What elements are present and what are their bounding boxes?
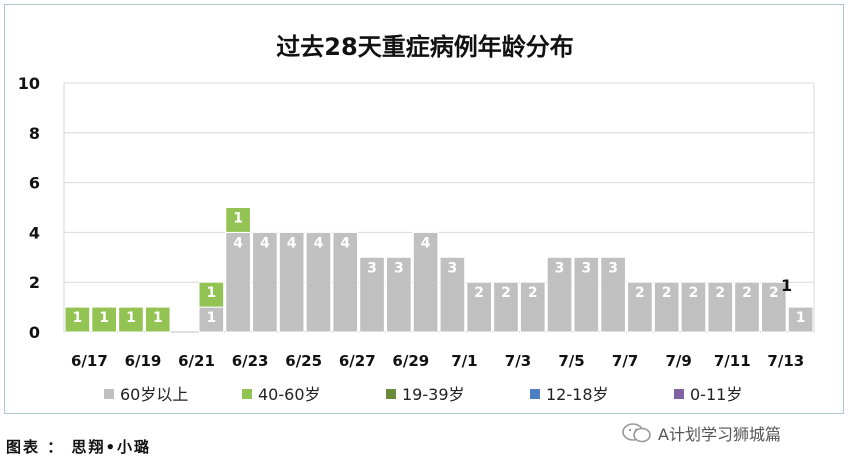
bar-total-label: 1 [781, 276, 792, 295]
bar-data-label: 3 [394, 260, 404, 276]
bar-data-label: 2 [474, 285, 484, 301]
x-tick-label: 7/3 [505, 352, 531, 370]
x-tick-label: 7/11 [714, 352, 751, 370]
wechat-watermark: A计划学习狮城篇 [622, 422, 781, 444]
bar-data-label: 3 [608, 260, 618, 276]
bar-data-label: 2 [501, 285, 511, 301]
bar-data-label: 4 [260, 235, 270, 251]
x-tick-label: 6/23 [232, 352, 269, 370]
bar-data-label: 2 [662, 285, 672, 301]
y-tick-label: 2 [29, 273, 40, 292]
legend-label: 12-18岁 [546, 385, 609, 404]
x-tick-label: 6/19 [125, 352, 162, 370]
bar-data-label: 1 [206, 285, 216, 301]
bar-data-label: 4 [340, 235, 350, 251]
legend-label: 40-60岁 [258, 385, 321, 404]
stacked-bar-chart: 过去28天重症病例年龄分布024681016/171 16/1916/211141… [18, 33, 815, 404]
bar-data-label: 2 [635, 285, 645, 301]
x-tick-label: 7/5 [558, 352, 584, 370]
y-tick-label: 4 [29, 223, 40, 242]
chart-credit: 图表 ： 思翔•小璐 [6, 438, 152, 456]
bar-data-label: 3 [555, 260, 565, 276]
bar-data-label: 2 [715, 285, 725, 301]
bar-data-label: 3 [581, 260, 591, 276]
bar-data-label: 2 [769, 285, 779, 301]
legend-label: 60岁以上 [120, 385, 188, 404]
x-tick-label: 6/17 [71, 352, 108, 370]
x-tick-label: 7/1 [451, 352, 477, 370]
legend-swatch [104, 389, 114, 399]
bar-data-label: 2 [689, 285, 699, 301]
bar-data-label: 1 [153, 310, 163, 326]
x-tick-label: 7/13 [767, 352, 804, 370]
x-tick-label: 6/25 [285, 352, 322, 370]
x-tick-label: 7/7 [612, 352, 638, 370]
bar-data-label: 4 [233, 235, 243, 251]
x-tick-label: 6/27 [339, 352, 376, 370]
bar-data-label: 3 [367, 260, 377, 276]
bar-data-label: 3 [448, 260, 458, 276]
bar-data-label: 4 [287, 235, 297, 251]
y-tick-label: 0 [29, 323, 40, 342]
bar-data-label: 1 [796, 310, 806, 326]
bar-data-label: 2 [742, 285, 752, 301]
chart-title: 过去28天重症病例年龄分布 [276, 33, 573, 61]
bar-data-label: 1 [206, 310, 216, 326]
y-tick-label: 10 [18, 74, 40, 93]
bar-data-label: 4 [421, 235, 431, 251]
bar-data-label: 1 [233, 211, 243, 227]
x-tick-label: 7/9 [665, 352, 691, 370]
legend-label: 0-11岁 [690, 385, 742, 404]
watermark-text: A计划学习狮城篇 [658, 425, 781, 444]
x-tick-label: 6/29 [392, 352, 429, 370]
legend-swatch [530, 389, 540, 399]
bar-data-label: 1 [73, 310, 83, 326]
wechat-icon [622, 423, 651, 443]
legend-swatch [674, 389, 684, 399]
bar-data-label: 2 [528, 285, 538, 301]
y-tick-label: 8 [29, 124, 40, 143]
bar-data-label: 4 [314, 235, 324, 251]
bar-data-label: 1 [99, 310, 109, 326]
legend-label: 19-39岁 [402, 385, 465, 404]
x-tick-label: 6/21 [178, 352, 215, 370]
legend-swatch [386, 389, 396, 399]
legend-swatch [242, 389, 252, 399]
bar-data-label: 1 [126, 310, 136, 326]
y-tick-label: 6 [29, 174, 40, 193]
